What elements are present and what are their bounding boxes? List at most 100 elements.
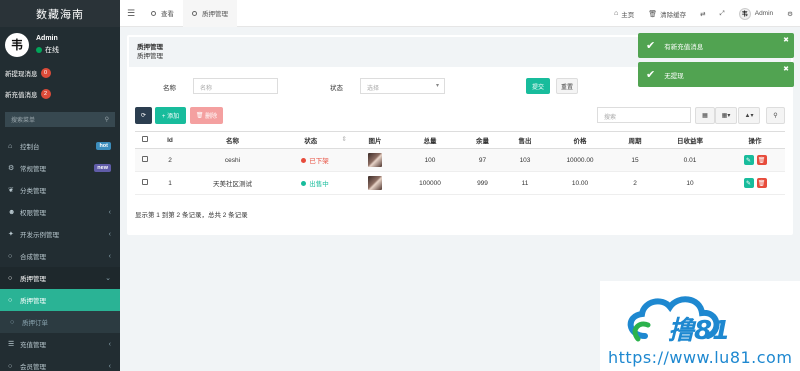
checkbox[interactable] [142, 136, 148, 142]
column-header[interactable]: 价格 [545, 131, 615, 149]
delete-button[interactable]: 🗑 删除 [190, 107, 223, 124]
watermark-logo-text: 撸81 [668, 316, 730, 346]
sidebar-menu: ⌂ 控制台 hot ⚙ 常规管理 new ❦ 分类管理 ☻ 权限管理 ‹ ✦ 开发示例管理 ‹ ○… [0, 135, 120, 371]
column-header[interactable]: 周期 [615, 131, 655, 149]
table-row[interactable]: 1 天美社区测试 出售中 100000 999 11 10.00 2 10 ✎ 🗑 [135, 171, 785, 195]
column-header[interactable]: 操作 [725, 131, 785, 149]
thumbnail-image[interactable] [368, 176, 382, 190]
columns-button[interactable]: ▦▾ [715, 107, 737, 124]
sort-icon[interactable]: ⇕ [342, 135, 347, 143]
column-header[interactable]: Id [155, 131, 185, 149]
cloud-logo-icon: 撸81 [627, 296, 730, 346]
toast-withdraw[interactable]: ✔ 无提现 ✖ [638, 62, 794, 87]
gear-icon: ⚙ [787, 10, 793, 18]
sidebar-item-pledge[interactable]: ○ 质押管理 [0, 289, 120, 311]
reset-button[interactable]: 重置 [556, 78, 578, 94]
sidebar-item-pledge-orders[interactable]: ○ 质押订单 [0, 311, 120, 333]
row-checkbox-cell[interactable] [135, 148, 155, 172]
checkbox[interactable] [142, 156, 148, 162]
select-all-checkbox[interactable] [135, 131, 155, 149]
close-icon[interactable]: ✖ [783, 36, 789, 44]
status-filter-select[interactable]: 选择 ▾ [360, 78, 445, 94]
tab-view[interactable]: 查看 [142, 0, 183, 27]
home-link[interactable]: ⌂ 主页 [607, 9, 641, 19]
circle-icon [192, 10, 197, 16]
submit-button[interactable]: 提交 [526, 78, 550, 94]
table-row[interactable]: 2 ceshi 已下架 100 97 103 10000.00 15 0.01 … [135, 148, 785, 172]
column-header[interactable]: 名称 [185, 131, 280, 149]
user-menu[interactable]: 韦 Admin [732, 7, 780, 20]
user-status-label: 在线 [45, 46, 59, 54]
checkbox[interactable] [142, 179, 148, 185]
sidebar-item-category[interactable]: ❦ 分类管理 [0, 179, 120, 201]
withdraw-notice[interactable]: 新提现消息 0 [0, 62, 120, 83]
tab-label: 查看 [161, 11, 174, 18]
export-icon: ▲▾ [744, 113, 754, 119]
column-header[interactable]: 售出 [505, 131, 545, 149]
delete-row-button[interactable]: 🗑 [756, 178, 767, 188]
toast-message: 有新充值消息 [664, 43, 704, 51]
magic-icon: ✦ [8, 231, 14, 238]
toast-message: 无提现 [664, 72, 684, 80]
row-checkbox-cell[interactable] [135, 171, 155, 195]
sidebar-item-dev-example[interactable]: ✦ 开发示例管理 ‹ [0, 223, 120, 245]
toast-recharge[interactable]: ✔ 有新充值消息 ✖ [638, 33, 794, 58]
sidebar-item-label: 权限管理 [20, 210, 46, 217]
circle-icon: ○ [8, 274, 13, 282]
sidebar-item-members[interactable]: ○ 会员管理 ‹ [0, 355, 120, 371]
cell-period: 2 [615, 171, 655, 195]
column-header[interactable]: 图片 [350, 131, 400, 149]
cell-rate: 0.01 [655, 148, 725, 172]
name-filter-input[interactable]: 名称 [193, 78, 278, 94]
app-logo[interactable]: 数藏海南 [0, 0, 120, 27]
add-button[interactable]: + 添加 [155, 107, 186, 124]
table-search-input[interactable]: 搜索 [597, 107, 691, 123]
tab-pledge[interactable]: 质押管理 [183, 0, 237, 27]
menu-search-input[interactable]: 搜索菜单 ⚲ [5, 112, 115, 127]
sidebar-item-permission[interactable]: ☻ 权限管理 ‹ [0, 201, 120, 223]
caret-down-icon: ▾ [435, 83, 439, 89]
sidebar-item-synthesis[interactable]: ○ 合成管理 ‹ [0, 245, 120, 267]
column-header[interactable]: 总量 [400, 131, 460, 149]
cell-id: 2 [155, 148, 185, 172]
recharge-count-badge: 2 [40, 88, 51, 99]
cell-status: 出售中 [280, 171, 350, 195]
sidebar-item-dashboard[interactable]: ⌂ 控制台 hot [0, 135, 120, 157]
status-dot-icon [301, 157, 307, 163]
delete-row-button[interactable]: 🗑 [756, 155, 767, 165]
cell-price: 10000.00 [545, 148, 615, 172]
column-header[interactable]: 余量 [460, 131, 505, 149]
data-table: Id 名称 状态 ⇕ 图片 总量 余量 售出 价格 周期 日收益率 操作 2 ce… [135, 131, 785, 195]
edit-button[interactable]: ✎ [743, 178, 754, 188]
name-filter-label: 名称 [163, 85, 176, 92]
circle-icon [151, 10, 156, 16]
export-button[interactable]: ▲▾ [738, 107, 760, 124]
edit-button[interactable]: ✎ [743, 155, 754, 165]
toggle-view-button[interactable]: ▦ [695, 107, 715, 124]
sidebar-item-label: 会员管理 [20, 364, 46, 371]
cell-actions: ✎ 🗑 [725, 148, 785, 172]
sidebar-item-label: 充值管理 [20, 342, 46, 349]
sidebar-item-pledge-group[interactable]: ○ 质押管理 ⌄ [0, 267, 120, 289]
settings-button[interactable]: ⚙ [780, 10, 800, 18]
advanced-search-button[interactable]: ⚲ [766, 107, 785, 124]
cell-name: 天美社区测试 [185, 171, 280, 195]
search-icon[interactable]: ⚲ [105, 116, 109, 123]
clear-cache-label: 清除缓存 [660, 11, 687, 19]
cell-remain: 999 [460, 171, 505, 195]
cell-image [350, 171, 400, 195]
refresh-button[interactable]: ⟳ [135, 107, 152, 124]
recharge-notice[interactable]: 新充值消息 2 [0, 83, 120, 104]
thumbnail-image[interactable] [368, 153, 382, 167]
sidebar-item-label: 质押管理 [20, 276, 46, 283]
column-header[interactable]: 日收益率 [655, 131, 725, 149]
menu-toggle-icon[interactable]: ☰ [120, 8, 142, 19]
column-header[interactable]: 状态 ⇕ [280, 131, 350, 149]
sidebar-item-general[interactable]: ⚙ 常规管理 new [0, 157, 120, 179]
sidebar-item-recharge[interactable]: ☰ 充值管理 ‹ [0, 333, 120, 355]
close-icon[interactable]: ✖ [783, 65, 789, 73]
fullscreen-button[interactable]: ⤢ [713, 10, 732, 18]
clear-cache-button[interactable]: 🗑 清除缓存 [641, 9, 693, 19]
chevron-down-icon: ⌄ [105, 275, 111, 282]
translate-button[interactable]: ⇄ [693, 10, 712, 18]
